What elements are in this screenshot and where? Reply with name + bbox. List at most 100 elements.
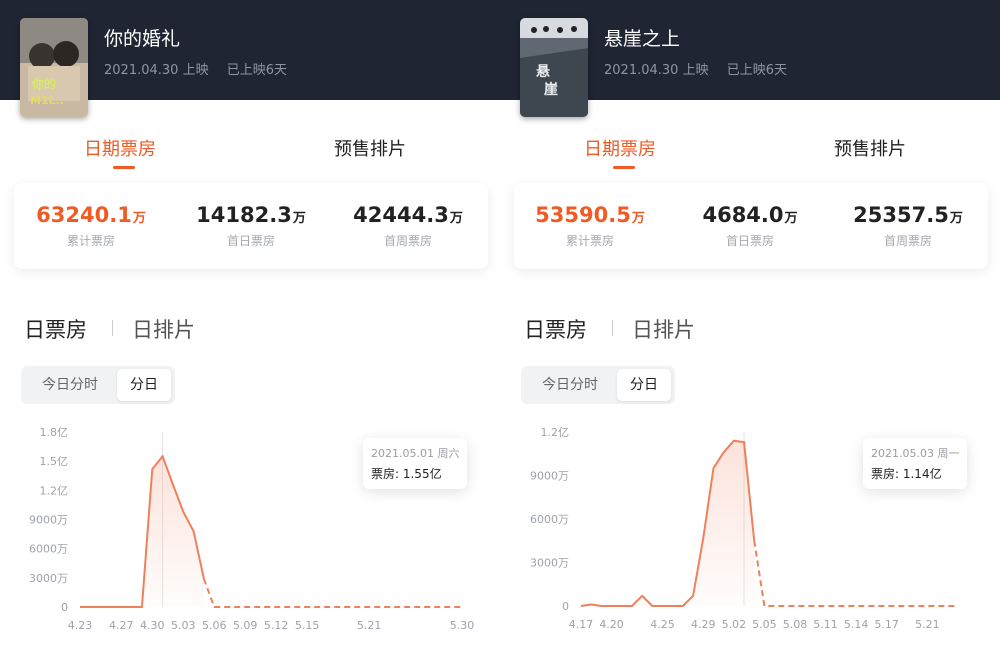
data-point[interactable] xyxy=(316,606,318,608)
data-point[interactable] xyxy=(161,455,164,458)
data-point[interactable] xyxy=(130,606,132,608)
data-point[interactable] xyxy=(875,605,877,607)
data-point[interactable] xyxy=(600,605,602,607)
stat-label: 首日票房 xyxy=(226,234,275,248)
section-tab-daily-box-office[interactable]: 日票房 xyxy=(524,314,587,344)
data-point[interactable] xyxy=(389,606,391,608)
x-tick-label: 5.06 xyxy=(202,619,227,632)
segment-by-day[interactable]: 分日 xyxy=(617,369,671,401)
data-point[interactable] xyxy=(621,605,623,607)
data-point[interactable] xyxy=(420,606,422,608)
y-tick-label: 3000万 xyxy=(530,557,569,570)
data-point[interactable] xyxy=(814,605,816,607)
data-point[interactable] xyxy=(172,483,174,485)
stat-unit: 万 xyxy=(949,211,963,226)
data-point[interactable] xyxy=(906,605,908,607)
data-point[interactable] xyxy=(79,606,81,608)
data-point[interactable] xyxy=(947,605,949,607)
data-point[interactable] xyxy=(641,595,643,597)
data-point[interactable] xyxy=(661,605,663,607)
data-point[interactable] xyxy=(672,605,674,607)
stat-first-day: 14182.3万 首日票房 xyxy=(181,203,321,249)
segment-today-hourly[interactable]: 今日分时 xyxy=(25,369,115,401)
tab-daily-box-office[interactable]: 日期票房 xyxy=(84,135,156,161)
data-point[interactable] xyxy=(610,605,612,607)
data-point[interactable] xyxy=(936,605,938,607)
data-point[interactable] xyxy=(835,605,837,607)
data-point[interactable] xyxy=(244,606,246,608)
data-point[interactable] xyxy=(337,606,339,608)
section-divider xyxy=(612,320,613,336)
data-point[interactable] xyxy=(461,606,463,608)
data-point[interactable] xyxy=(306,606,308,608)
data-point[interactable] xyxy=(865,605,867,607)
data-point[interactable] xyxy=(845,605,847,607)
data-point[interactable] xyxy=(631,605,633,607)
data-point[interactable] xyxy=(399,606,401,608)
data-point[interactable] xyxy=(182,511,184,513)
segment-today-hourly[interactable]: 今日分时 xyxy=(525,369,615,401)
data-point[interactable] xyxy=(794,605,796,607)
data-point[interactable] xyxy=(651,605,653,607)
data-point[interactable] xyxy=(265,606,267,608)
data-point[interactable] xyxy=(254,606,256,608)
stat-value: 63240.1 xyxy=(36,203,132,227)
data-point[interactable] xyxy=(916,605,918,607)
data-point[interactable] xyxy=(896,605,898,607)
data-point[interactable] xyxy=(120,606,122,608)
data-point[interactable] xyxy=(378,606,380,608)
segment-by-day[interactable]: 分日 xyxy=(117,369,171,401)
data-point[interactable] xyxy=(763,605,765,607)
data-point[interactable] xyxy=(440,606,442,608)
data-point[interactable] xyxy=(722,451,724,453)
data-point[interactable] xyxy=(213,606,215,608)
data-point[interactable] xyxy=(285,606,287,608)
data-point[interactable] xyxy=(409,606,411,608)
data-point[interactable] xyxy=(327,606,329,608)
data-point[interactable] xyxy=(692,595,694,597)
section-tab-daily-schedule[interactable]: 日排片 xyxy=(132,314,195,344)
data-point[interactable] xyxy=(753,540,755,542)
data-point[interactable] xyxy=(580,605,582,607)
data-point[interactable] xyxy=(712,467,714,469)
data-point[interactable] xyxy=(733,440,735,442)
data-point[interactable] xyxy=(99,606,101,608)
data-point[interactable] xyxy=(368,606,370,608)
data-point[interactable] xyxy=(89,606,91,608)
data-point[interactable] xyxy=(590,603,592,605)
data-point[interactable] xyxy=(430,606,432,608)
x-tick-label: 4.25 xyxy=(650,618,675,631)
data-point[interactable] xyxy=(110,606,112,608)
data-point[interactable] xyxy=(885,605,887,607)
data-point[interactable] xyxy=(702,537,704,539)
section-tab-daily-schedule[interactable]: 日排片 xyxy=(632,314,695,344)
x-tick-label: 5.30 xyxy=(450,619,475,632)
data-point[interactable] xyxy=(347,606,349,608)
tab-presale-schedule[interactable]: 预售排片 xyxy=(334,135,406,161)
data-point[interactable] xyxy=(957,605,959,607)
data-point[interactable] xyxy=(855,605,857,607)
x-tick-label: 5.14 xyxy=(844,618,869,631)
data-point[interactable] xyxy=(358,606,360,608)
tab-presale-schedule[interactable]: 预售排片 xyxy=(834,135,906,161)
data-point[interactable] xyxy=(275,606,277,608)
data-point[interactable] xyxy=(223,606,225,608)
data-point[interactable] xyxy=(742,440,746,444)
data-point[interactable] xyxy=(824,605,826,607)
data-point[interactable] xyxy=(450,606,452,608)
data-point[interactable] xyxy=(203,578,205,580)
section-tab-daily-box-office[interactable]: 日票房 xyxy=(24,314,87,344)
data-point[interactable] xyxy=(151,468,153,470)
data-point[interactable] xyxy=(141,606,143,608)
data-point[interactable] xyxy=(234,606,236,608)
data-point[interactable] xyxy=(192,530,194,532)
data-point[interactable] xyxy=(682,605,684,607)
data-point[interactable] xyxy=(296,606,298,608)
y-tick-label: 1.2亿 xyxy=(40,484,69,497)
data-point[interactable] xyxy=(926,605,928,607)
tab-daily-box-office[interactable]: 日期票房 xyxy=(584,135,656,161)
data-point[interactable] xyxy=(804,605,806,607)
x-tick-label: 5.09 xyxy=(233,619,258,632)
data-point[interactable] xyxy=(784,605,786,607)
data-point[interactable] xyxy=(773,605,775,607)
